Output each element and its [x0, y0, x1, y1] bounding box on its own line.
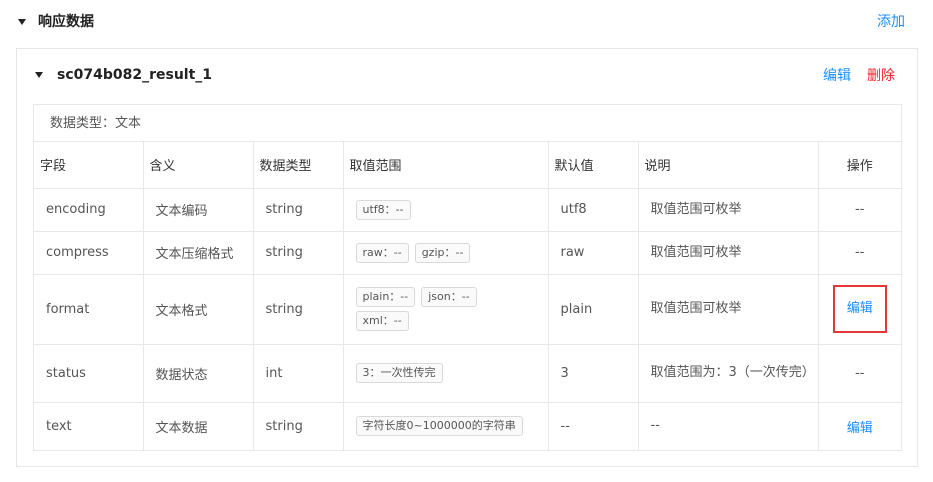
section-title: 响应数据: [38, 14, 94, 30]
cell-meaning: 数据状态: [143, 344, 254, 403]
cell-range: utf8：--: [343, 188, 549, 232]
range-tag: gzip：--: [414, 242, 471, 263]
range-tag: plain：--: [355, 287, 416, 307]
data-box: 数据类型：文本 字段 含义 数据类型 取值范围 默认值 说明 操作 encodi…: [33, 104, 902, 451]
table-row: text 文本数据 string 字符长度0~1000000的字符串 -- --…: [34, 402, 902, 450]
cell-range: raw：-- gzip：--: [343, 231, 549, 275]
table-header-row: 字段 含义 数据类型 取值范围 默认值 说明 操作: [34, 142, 902, 189]
range-tag: json：--: [421, 287, 477, 307]
cell-range: plain：-- json：-- xml：--: [343, 274, 549, 345]
cell-op: 编辑: [818, 402, 902, 450]
header-op: 操作: [818, 142, 902, 189]
cell-desc: --: [638, 402, 819, 450]
table-row: compress 文本压缩格式 string raw：-- gzip：-- raw…: [34, 231, 902, 275]
cell-op: --: [818, 188, 902, 232]
range-tag: 字符长度0~1000000的字符串: [355, 416, 523, 437]
cell-range: 3：一次性传完: [343, 344, 549, 403]
cell-type: string: [253, 231, 344, 275]
caret-down-icon[interactable]: [18, 19, 26, 25]
range-tag: raw：--: [355, 242, 409, 263]
table-row: encoding 文本编码 string utf8：-- utf8 取值范围可枚…: [34, 188, 902, 232]
cell-type: string: [253, 274, 344, 345]
cell-field: status: [34, 344, 144, 403]
section-header: 响应数据 添加: [16, 12, 921, 34]
cell-desc: 取值范围可枚举: [638, 188, 819, 232]
cell-field: format: [34, 274, 144, 345]
cell-desc: 取值范围可枚举: [638, 274, 819, 345]
table-row: format 文本格式 string plain：-- json：-- xml：-…: [34, 274, 902, 345]
card-title: sc074b082_result_1: [57, 67, 213, 83]
cell-meaning: 文本数据: [143, 402, 254, 450]
data-type-line: 数据类型：文本: [34, 105, 901, 142]
cell-type: string: [253, 402, 344, 450]
cell-op: --: [818, 344, 902, 403]
cell-meaning: 文本格式: [143, 274, 254, 345]
cell-desc: 取值范围为：3（一次传完）: [638, 344, 819, 403]
add-button[interactable]: 添加: [877, 12, 905, 32]
card-header: sc074b082_result_1 编辑 删除: [17, 49, 917, 101]
cell-type: int: [253, 344, 344, 403]
cell-desc: 取值范围可枚举: [638, 231, 819, 275]
cell-meaning: 文本编码: [143, 188, 254, 232]
edit-card-button[interactable]: 编辑: [823, 66, 851, 86]
table-row: status 数据状态 int 3：一次性传完 3 取值范围为：3（一次传完） …: [34, 344, 902, 403]
edit-row-button[interactable]: 编辑: [847, 421, 873, 436]
header-default: 默认值: [548, 142, 639, 189]
range-tag: utf8：--: [355, 199, 411, 220]
cell-field: encoding: [34, 188, 144, 232]
cell-op: 编辑: [818, 274, 902, 345]
header-desc: 说明: [638, 142, 819, 189]
range-tag: xml：--: [355, 311, 409, 331]
header-meaning: 含义: [143, 142, 254, 189]
cell-meaning: 文本压缩格式: [143, 231, 254, 275]
cell-default: --: [548, 402, 639, 450]
cell-field: text: [34, 402, 144, 450]
caret-down-icon[interactable]: [35, 72, 43, 78]
cell-default: 3: [548, 344, 639, 403]
cell-default: raw: [548, 231, 639, 275]
cell-type: string: [253, 188, 344, 232]
edit-row-button[interactable]: 编辑: [832, 285, 887, 333]
header-range: 取值范围: [343, 142, 549, 189]
header-field: 字段: [34, 142, 144, 189]
cell-op: --: [818, 231, 902, 275]
delete-card-button[interactable]: 删除: [867, 66, 895, 86]
result-card: sc074b082_result_1 编辑 删除 数据类型：文本 字段 含义 数…: [16, 48, 918, 467]
cell-field: compress: [34, 231, 144, 275]
cell-default: plain: [548, 274, 639, 345]
range-tag: 3：一次性传完: [355, 363, 443, 383]
cell-range: 字符长度0~1000000的字符串: [343, 402, 549, 450]
fields-table: 字段 含义 数据类型 取值范围 默认值 说明 操作 encoding 文本编码 …: [34, 142, 902, 450]
header-type: 数据类型: [253, 142, 344, 189]
cell-default: utf8: [548, 188, 639, 232]
